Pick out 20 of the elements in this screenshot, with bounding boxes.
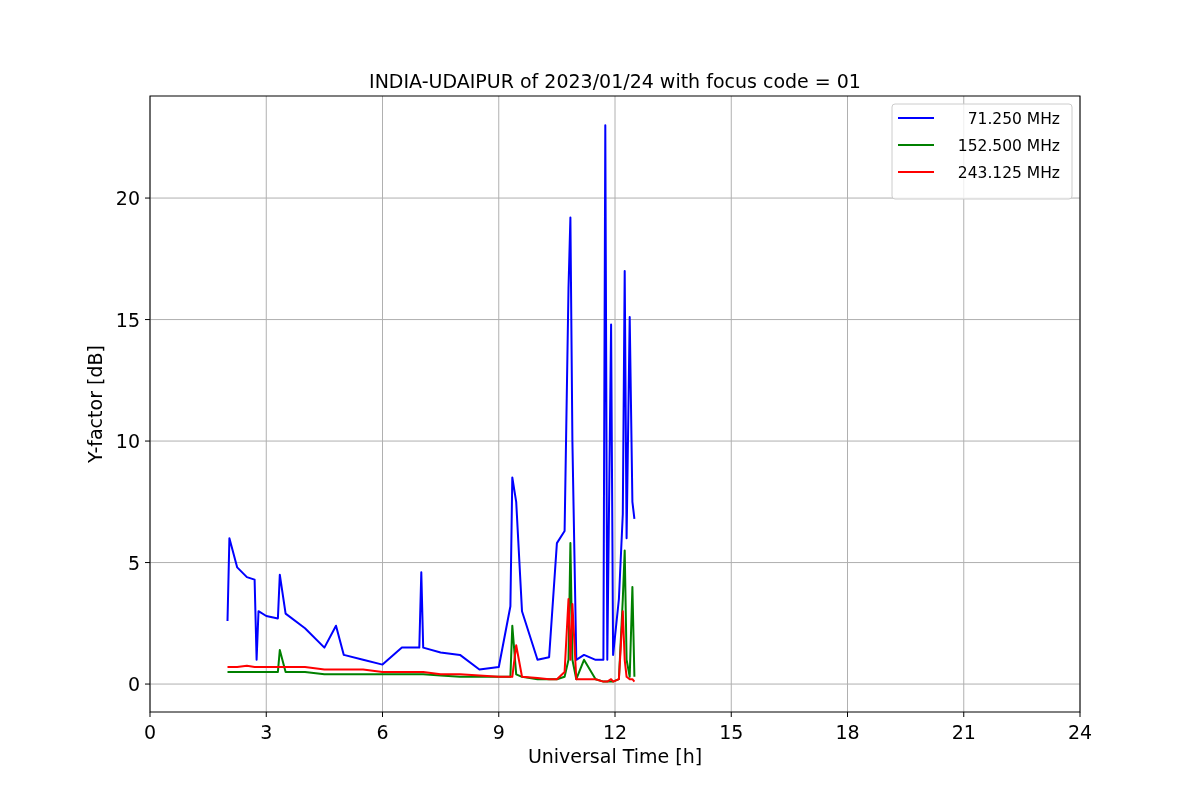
- axis-tick-label: 9: [492, 721, 505, 743]
- chart-title: INDIA-UDAIPUR of 2023/01/24 with focus code = 01: [369, 70, 861, 92]
- y-axis-label: Y-factor [dB]: [84, 345, 106, 463]
- axis-tick-label: 0: [127, 673, 140, 696]
- axis-tick-label: 21: [951, 721, 976, 743]
- axis-tick-label: 18: [835, 721, 860, 743]
- legend-label: 243.125 MHz: [957, 164, 1060, 182]
- x-axis-label: Universal Time [h]: [527, 745, 703, 767]
- axis-tick-label: 0: [143, 721, 157, 743]
- legend-label: 71.250 MHz: [967, 110, 1060, 128]
- axis-tick-label: 15: [719, 721, 744, 743]
- axis-tick-label: 24: [1067, 721, 1093, 743]
- axis-tick-label: 15: [115, 308, 140, 331]
- axis-tick-label: 12: [602, 721, 628, 743]
- axis-tick-label: 5: [127, 551, 140, 574]
- axis-tick-label: 3: [260, 721, 273, 743]
- axis-tick-label: 6: [376, 721, 389, 743]
- legend-label: 152.500 MHz: [957, 137, 1060, 155]
- axis-tick-label: 10: [115, 430, 140, 453]
- axis-tick-label: 20: [115, 187, 140, 210]
